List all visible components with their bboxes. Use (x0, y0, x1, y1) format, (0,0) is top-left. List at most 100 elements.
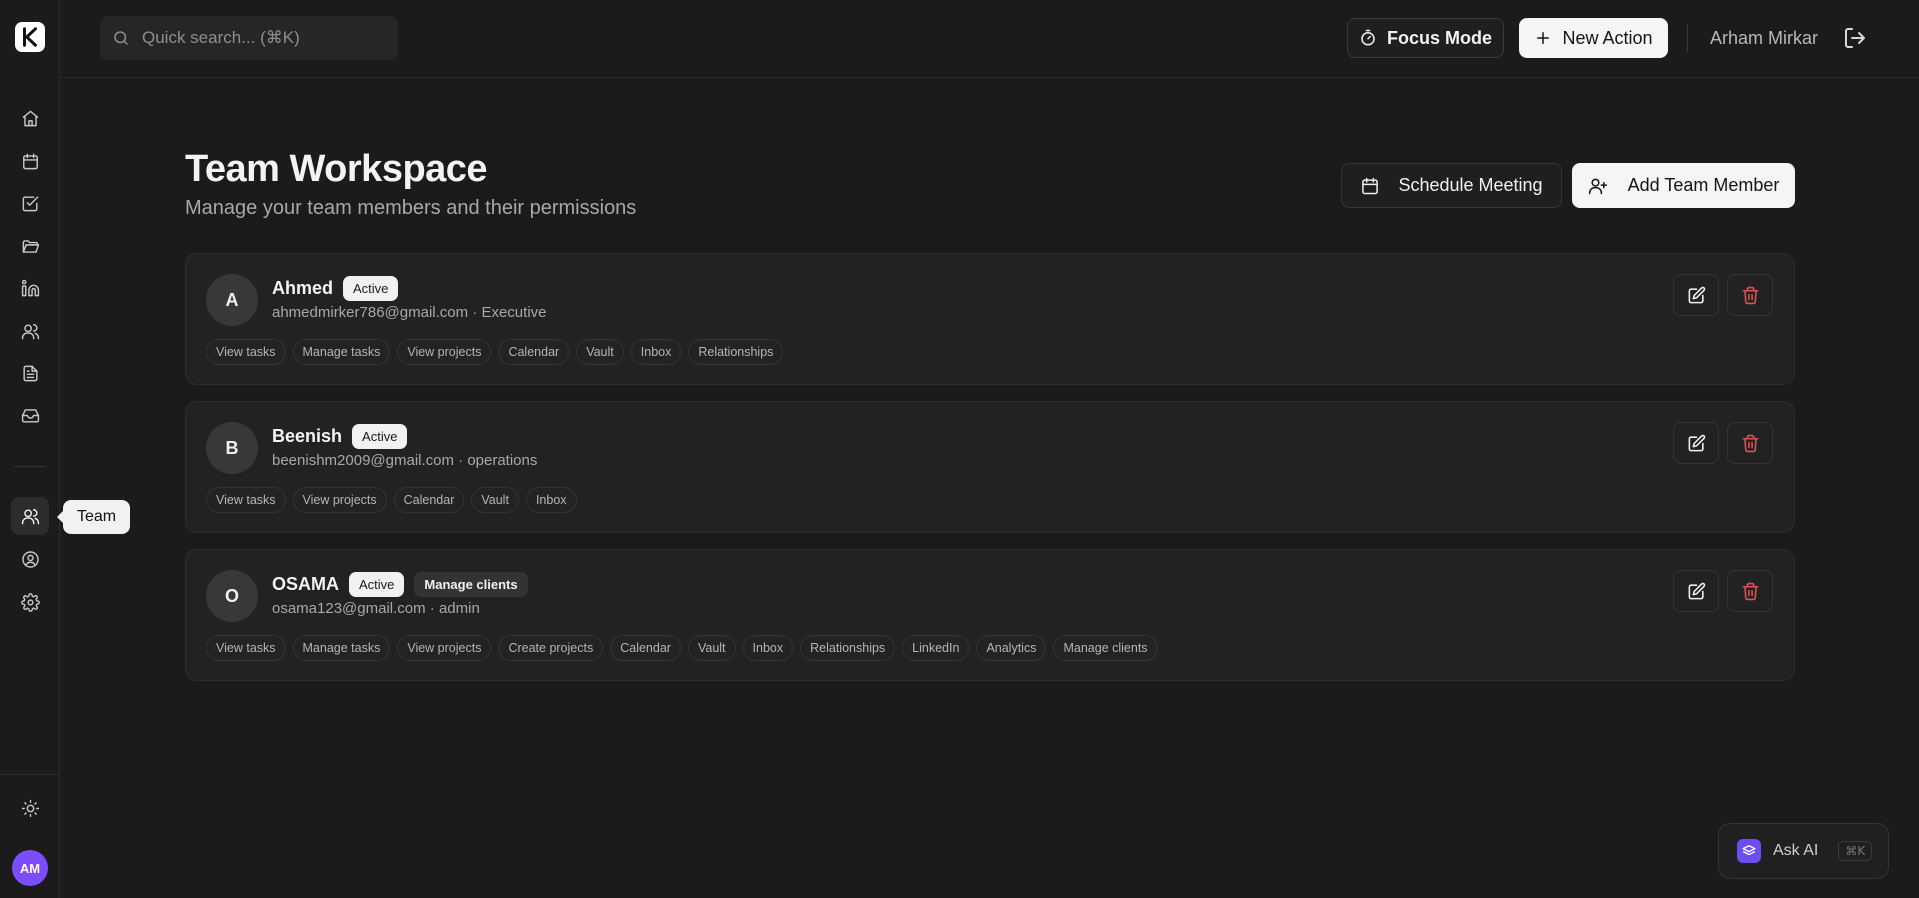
focus-mode-button[interactable]: Focus Mode (1347, 18, 1504, 58)
linkedin-icon (21, 279, 39, 296)
search-input[interactable] (142, 28, 382, 48)
edit-icon (1688, 286, 1705, 303)
sidebar-divider (14, 466, 46, 467)
logo-icon (23, 27, 37, 47)
permission-chip: Analytics (976, 635, 1047, 661)
delete-member-button[interactable] (1727, 570, 1773, 612)
sidebar-item-tasks[interactable] (11, 184, 49, 222)
gear-icon (20, 592, 40, 612)
sidebar-item-projects[interactable] (11, 227, 49, 265)
ask-ai-label: Ask AI (1773, 842, 1819, 859)
calendar-icon (22, 153, 38, 169)
timer-icon (1361, 29, 1375, 46)
sidebar: AM (0, 0, 60, 898)
permission-chip: View tasks (206, 339, 286, 365)
new-action-button[interactable]: New Action (1519, 18, 1668, 58)
checkbox-icon (22, 195, 38, 211)
member-card: B Beenish Active beenishm2009@gmail.com … (185, 401, 1795, 533)
status-badge: Active (352, 424, 408, 449)
calendar-icon (1362, 177, 1379, 194)
member-card: O OSAMA Active Manage clients osama123@g… (185, 549, 1795, 681)
member-avatar: B (206, 422, 258, 474)
ask-ai-shortcut: ⌘K (1838, 841, 1873, 861)
search-box[interactable] (100, 16, 398, 60)
sidebar-item-profile[interactable] (11, 540, 49, 578)
delete-member-button[interactable] (1727, 274, 1773, 316)
sidebar-item-home[interactable] (11, 99, 49, 137)
permission-chip: Calendar (610, 635, 681, 661)
trash-icon (1742, 286, 1758, 304)
permission-chip: Inbox (742, 635, 794, 661)
add-team-member-label: Add Team Member (1627, 175, 1780, 195)
edit-member-button[interactable] (1673, 422, 1719, 464)
schedule-meeting-button[interactable]: Schedule Meeting (1341, 163, 1562, 208)
logout-icon (1845, 28, 1865, 48)
page-subtitle: Manage your team members and their permi… (185, 197, 637, 219)
permission-chip: Create projects (498, 635, 604, 661)
member-header: Beenish Active (272, 424, 408, 449)
home-icon (22, 110, 38, 126)
sidebar-item-team[interactable] (11, 497, 49, 535)
edit-icon (1688, 582, 1705, 599)
logout-button[interactable] (1843, 26, 1867, 50)
permission-chip: View projects (397, 339, 492, 365)
theme-toggle[interactable] (11, 789, 49, 827)
permission-chip: Vault (576, 339, 624, 365)
edit-member-button[interactable] (1673, 570, 1719, 612)
delete-member-button[interactable] (1727, 422, 1773, 464)
member-name: Beenish (272, 426, 343, 446)
member-email: osama123@gmail.com · admin (272, 600, 480, 617)
page-title: Team Workspace (185, 148, 488, 190)
member-name: Ahmed (272, 278, 334, 298)
trash-icon (1742, 434, 1758, 452)
topbar-divider (1687, 24, 1688, 52)
sidebar-bottom-divider (0, 774, 60, 775)
permission-chip: View projects (397, 635, 492, 661)
permission-chip: LinkedIn (902, 635, 970, 661)
ask-ai-button[interactable]: Ask AI ⌘K (1718, 823, 1889, 879)
user-name[interactable]: Arham Mirkar (1710, 28, 1818, 49)
sun-icon (21, 799, 39, 817)
new-action-label: New Action (1562, 27, 1653, 48)
sidebar-item-documents[interactable] (11, 354, 49, 392)
permission-chip: Manage tasks (292, 635, 391, 661)
permission-chip: Relationships (688, 339, 784, 365)
permission-chip: View tasks (206, 635, 286, 661)
permission-list: View tasks Manage tasks View projects Cr… (206, 635, 1158, 661)
edit-member-button[interactable] (1673, 274, 1719, 316)
permission-chip: Vault (687, 635, 736, 661)
user-circle-icon (21, 550, 39, 568)
status-badge: Active (349, 572, 405, 597)
sidebar-item-settings[interactable] (11, 583, 49, 621)
permission-chip: Calendar (498, 339, 570, 365)
schedule-meeting-label: Schedule Meeting (1398, 175, 1543, 195)
sidebar-item-relationships[interactable] (11, 312, 49, 350)
member-email: beenishm2009@gmail.com · operations (272, 452, 538, 469)
permission-chip: View projects (292, 487, 387, 513)
users-icon (21, 323, 39, 339)
permission-chip: Manage tasks (292, 339, 391, 365)
permission-chip: Manage clients (1053, 635, 1158, 661)
app-logo[interactable] (15, 22, 45, 52)
permission-chip: Relationships (800, 635, 896, 661)
permission-list: View tasks Manage tasks View projects Ca… (206, 339, 784, 365)
app-root: AM Team Focus Mode New Action Arham Mirk… (0, 0, 1919, 898)
sidebar-item-linkedin[interactable] (11, 269, 49, 307)
member-header: Ahmed Active (272, 276, 399, 301)
sidebar-item-calendar[interactable] (11, 142, 49, 180)
member-card: A Ahmed Active ahmedmirker786@gmail.com … (185, 253, 1795, 385)
edit-icon (1688, 434, 1705, 451)
inbox-icon (21, 408, 39, 423)
sidebar-item-inbox[interactable] (11, 396, 49, 434)
member-header: OSAMA Active Manage clients (272, 572, 528, 597)
permission-chip: Inbox (630, 339, 682, 365)
permission-list: View tasks View projects Calendar Vault … (206, 487, 577, 513)
permission-chip: Vault (471, 487, 519, 513)
trash-icon (1742, 582, 1758, 600)
member-avatar: A (206, 274, 258, 326)
member-avatar: O (206, 570, 258, 622)
add-team-member-button[interactable]: Add Team Member (1572, 163, 1795, 208)
layers-icon (1742, 845, 1756, 856)
user-avatar[interactable]: AM (12, 850, 48, 886)
permission-chip: Inbox (525, 487, 577, 513)
